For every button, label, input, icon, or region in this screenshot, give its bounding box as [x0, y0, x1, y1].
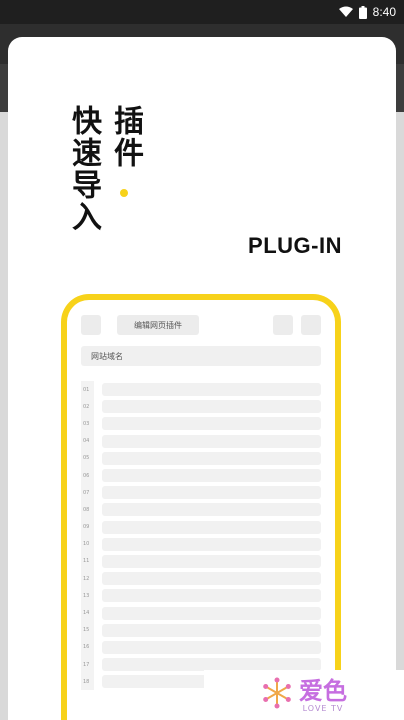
mockup-toolbar: 编辑网页插件	[81, 314, 321, 336]
line-placeholder	[102, 520, 321, 534]
mockup-code-line: 02	[81, 398, 321, 416]
line-placeholder	[102, 469, 321, 483]
mockup-code-line: 01	[81, 381, 321, 399]
mockup-code-line: 12	[81, 570, 321, 588]
mockup-code-line: 05	[81, 449, 321, 467]
mockup-code-line: 14	[81, 604, 321, 622]
line-placeholder	[102, 434, 321, 448]
line-number: 18	[81, 673, 94, 691]
watermark-main: 爱色	[299, 676, 347, 705]
line-placeholder	[102, 451, 321, 465]
hero-title-right: 插件	[108, 105, 143, 169]
line-placeholder	[102, 572, 321, 586]
line-number: 04	[81, 432, 94, 450]
line-number: 01	[81, 381, 94, 399]
line-placeholder	[102, 554, 321, 568]
mockup-code-line: 15	[81, 621, 321, 639]
status-time: 8:40	[372, 5, 396, 19]
line-number: 07	[81, 484, 94, 502]
line-placeholder	[102, 417, 321, 431]
line-number: 11	[81, 552, 94, 571]
line-placeholder	[102, 486, 321, 500]
intro-card: 快速导入 插件 PLUG-IN 编辑网页插件 网站域名 01 02 03 04 05 06…	[8, 37, 396, 720]
line-number: 16	[81, 638, 94, 656]
line-placeholder	[102, 537, 321, 551]
mockup-code-line: 10	[81, 535, 321, 553]
line-number: 15	[81, 621, 94, 639]
mockup-title: 编辑网页插件	[117, 315, 199, 335]
plug-in-tag: PLUG-IN	[248, 233, 342, 258]
watermark: 爱色 LOVE TV	[204, 670, 404, 720]
mockup-code-line: 11	[81, 552, 321, 571]
snowflake-logo-icon	[261, 677, 293, 713]
line-number: 06	[81, 466, 94, 485]
mockup-code-line: 08	[81, 501, 321, 519]
line-number: 08	[81, 501, 94, 519]
mockup-code-line: 09	[81, 518, 321, 536]
line-placeholder	[102, 589, 321, 603]
line-placeholder	[102, 640, 321, 654]
battery-icon	[358, 5, 367, 19]
wifi-icon	[338, 6, 353, 18]
mockup-code-line: 07	[81, 484, 321, 502]
accent-dot	[120, 189, 128, 197]
status-bar: 8:40	[0, 0, 404, 24]
watermark-text: 爱色 LOVE TV	[299, 678, 347, 713]
line-number: 02	[81, 398, 94, 416]
mockup-code-line: 16	[81, 638, 321, 656]
line-number: 05	[81, 449, 94, 467]
line-placeholder	[102, 400, 321, 414]
mockup-code-line: 04	[81, 432, 321, 450]
line-number: 12	[81, 570, 94, 588]
watermark-sub: LOVE TV	[302, 703, 344, 713]
mockup-code-line: 03	[81, 415, 321, 433]
mockup-action-button	[273, 315, 293, 335]
line-placeholder	[102, 383, 321, 397]
line-number: 10	[81, 535, 94, 553]
line-placeholder	[102, 503, 321, 517]
mockup-back-button	[81, 315, 101, 335]
line-number: 03	[81, 415, 94, 433]
hero-title-left: 快速导入	[66, 105, 101, 233]
line-number: 09	[81, 518, 94, 536]
mockup-code-line: 06	[81, 466, 321, 485]
mockup-domain-field: 网站域名	[81, 346, 321, 366]
line-number: 14	[81, 604, 94, 622]
mockup-menu-button	[301, 315, 321, 335]
mockup-code-lines: 01 02 03 04 05 06 07 08 09 10 11 12 13 14 15 16 17 18	[81, 381, 321, 691]
phone-mockup: 编辑网页插件 网站域名 01 02 03 04 05 06 07 08 09 10 11 12 13 14…	[61, 294, 341, 720]
line-placeholder	[102, 623, 321, 637]
line-placeholder	[102, 606, 321, 620]
mockup-code-line: 13	[81, 587, 321, 605]
line-number: 13	[81, 587, 94, 605]
line-number: 17	[81, 656, 94, 674]
